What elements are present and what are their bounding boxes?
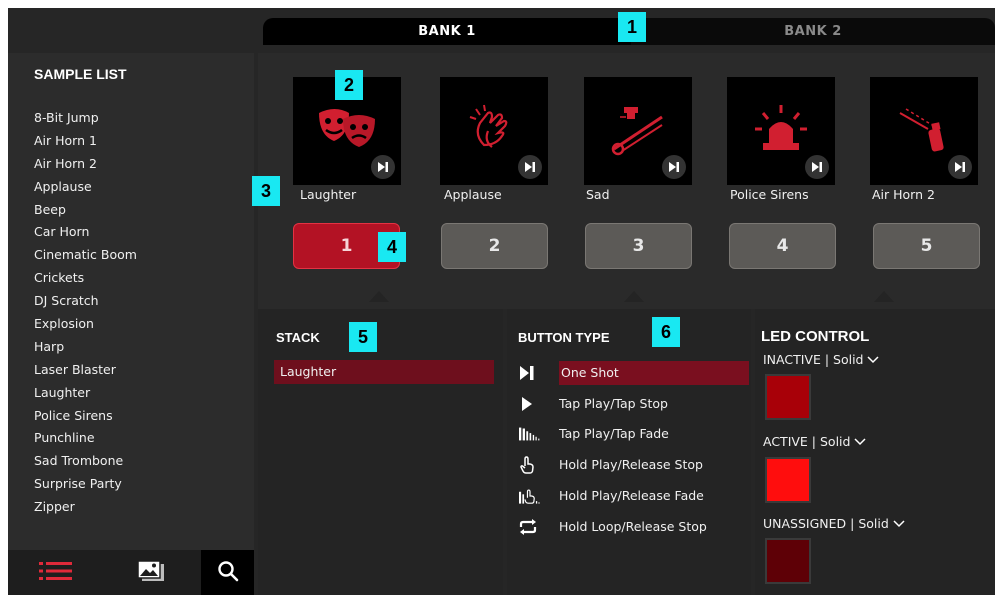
- button-type-label: Hold Play/Release Stop: [559, 457, 703, 472]
- one-shot-icon: [519, 364, 541, 382]
- one-shot-icon: [948, 155, 972, 179]
- led-active-dropdown[interactable]: ACTIVE | Solid: [763, 434, 866, 449]
- pad-pointer: [369, 291, 389, 302]
- chevron-down-icon: [893, 516, 905, 531]
- bank-tabs: BANK 1 BANK 2: [8, 8, 995, 45]
- pad-thumbnail[interactable]: [440, 77, 548, 185]
- pad-label: Sad: [586, 187, 610, 202]
- pad-button-4[interactable]: 4: [729, 223, 836, 269]
- pad-label: Applause: [444, 187, 502, 202]
- theater-masks-icon: [315, 99, 379, 163]
- pad-button-5[interactable]: 5: [873, 223, 980, 269]
- button-type-label: Tap Play/Tap Stop: [559, 396, 668, 411]
- sample-item[interactable]: Beep: [34, 199, 137, 222]
- pad-pointer: [624, 291, 644, 302]
- app-window: BANK 1 BANK 2 SAMPLE LIST 8-Bit Jump Air…: [8, 8, 995, 595]
- chevron-down-icon: [867, 352, 880, 367]
- stack-item[interactable]: Laughter: [274, 360, 494, 384]
- sample-list: 8-Bit Jump Air Horn 1 Air Horn 2 Applaus…: [34, 107, 137, 519]
- stack-title: STACK: [276, 330, 320, 345]
- button-type-tap-play-fade[interactable]: Tap Play/Tap Fade: [507, 422, 751, 446]
- button-type-one-shot[interactable]: One Shot: [507, 361, 751, 385]
- sample-item[interactable]: Car Horn: [34, 221, 137, 244]
- search-button[interactable]: [201, 550, 254, 595]
- search-icon: [217, 560, 239, 586]
- button-type-label: Hold Loop/Release Stop: [559, 519, 707, 534]
- sample-item[interactable]: Laser Blaster: [34, 359, 137, 382]
- sample-item[interactable]: Zipper: [34, 496, 137, 519]
- button-type-tap-play-stop[interactable]: Tap Play/Tap Stop: [507, 392, 751, 416]
- sample-item[interactable]: Cinematic Boom: [34, 244, 137, 267]
- sample-item[interactable]: Punchline: [34, 427, 137, 450]
- loop-icon: [519, 518, 541, 536]
- sample-item[interactable]: Applause: [34, 176, 137, 199]
- one-shot-icon: [518, 155, 542, 179]
- sample-item[interactable]: DJ Scratch: [34, 290, 137, 313]
- sample-item[interactable]: Surprise Party: [34, 473, 137, 496]
- clapping-hands-icon: [462, 99, 526, 163]
- sample-item[interactable]: Harp: [34, 336, 137, 359]
- pad-thumbnail[interactable]: [584, 77, 692, 185]
- sample-item[interactable]: Police Sirens: [34, 405, 137, 428]
- pad-label: Air Horn 2: [872, 187, 935, 202]
- tab-bank-2[interactable]: BANK 2: [631, 18, 995, 45]
- pad-label: Police Sirens: [730, 187, 809, 202]
- callout-badge: 3: [252, 176, 280, 206]
- fade-bars-icon: [519, 425, 541, 443]
- siren-icon: [749, 99, 813, 163]
- sample-list-panel: SAMPLE LIST 8-Bit Jump Air Horn 1 Air Ho…: [8, 53, 254, 595]
- list-icon: [38, 560, 73, 586]
- media-view-button[interactable]: [103, 550, 198, 595]
- tab-bank-1[interactable]: BANK 1: [263, 18, 631, 45]
- callout-badge: 4: [378, 232, 406, 262]
- led-inactive-dropdown[interactable]: INACTIVE | Solid: [763, 352, 880, 367]
- sample-list-title: SAMPLE LIST: [34, 66, 127, 82]
- callout-badge: 2: [335, 70, 363, 100]
- sample-item[interactable]: Air Horn 1: [34, 130, 137, 153]
- list-view-button[interactable]: [8, 550, 103, 595]
- air-horn-icon: [892, 99, 956, 163]
- sample-item[interactable]: Laughter: [34, 382, 137, 405]
- pad-button-2[interactable]: 2: [441, 223, 548, 269]
- led-unassigned-swatch[interactable]: [765, 538, 811, 584]
- pad-grid: Laughter 1 Applause 2 Sad 3 Police Siren…: [258, 53, 995, 309]
- led-inactive-swatch[interactable]: [765, 374, 811, 420]
- button-type-label: One Shot: [559, 361, 749, 385]
- media-icon: [136, 559, 165, 586]
- hand-fade-icon: [519, 487, 541, 505]
- pad-label: Laughter: [300, 187, 357, 202]
- one-shot-icon: [805, 155, 829, 179]
- button-type-hold-play-fade[interactable]: Hold Play/Release Fade: [507, 484, 751, 508]
- hand-press-icon: [519, 456, 541, 474]
- sample-item[interactable]: Air Horn 2: [34, 153, 137, 176]
- button-type-title: BUTTON TYPE: [518, 330, 610, 345]
- button-type-panel: BUTTON TYPE One Shot Tap Play/Tap Stop T…: [507, 309, 751, 595]
- stack-panel: STACK Laughter: [258, 309, 503, 595]
- chevron-down-icon: [854, 434, 866, 449]
- sample-item[interactable]: 8-Bit Jump: [34, 107, 137, 130]
- sample-item[interactable]: Explosion: [34, 313, 137, 336]
- pad-thumbnail[interactable]: [727, 77, 835, 185]
- trombone-icon: [606, 99, 670, 163]
- sidebar-toolbar: [8, 550, 254, 595]
- play-icon: [519, 395, 541, 413]
- led-control-title: LED CONTROL: [761, 328, 870, 345]
- callout-badge: 6: [652, 317, 680, 347]
- one-shot-icon: [371, 155, 395, 179]
- button-type-label: Hold Play/Release Fade: [559, 488, 704, 503]
- callout-badge: 5: [349, 322, 377, 352]
- one-shot-icon: [662, 155, 686, 179]
- button-type-hold-loop-stop[interactable]: Hold Loop/Release Stop: [507, 515, 751, 539]
- pad-pointer: [874, 291, 894, 302]
- led-unassigned-dropdown[interactable]: UNASSIGNED | Solid: [763, 516, 905, 531]
- sample-item[interactable]: Sad Trombone: [34, 450, 137, 473]
- callout-badge: 1: [618, 12, 646, 42]
- led-active-swatch[interactable]: [765, 457, 811, 503]
- button-type-label: Tap Play/Tap Fade: [559, 426, 669, 441]
- button-type-hold-play-stop[interactable]: Hold Play/Release Stop: [507, 453, 751, 477]
- led-control-panel: LED CONTROL INACTIVE | Solid ACTIVE | So…: [755, 309, 995, 595]
- pad-thumbnail[interactable]: [870, 77, 978, 185]
- pad-button-3[interactable]: 3: [585, 223, 692, 269]
- sample-item[interactable]: Crickets: [34, 267, 137, 290]
